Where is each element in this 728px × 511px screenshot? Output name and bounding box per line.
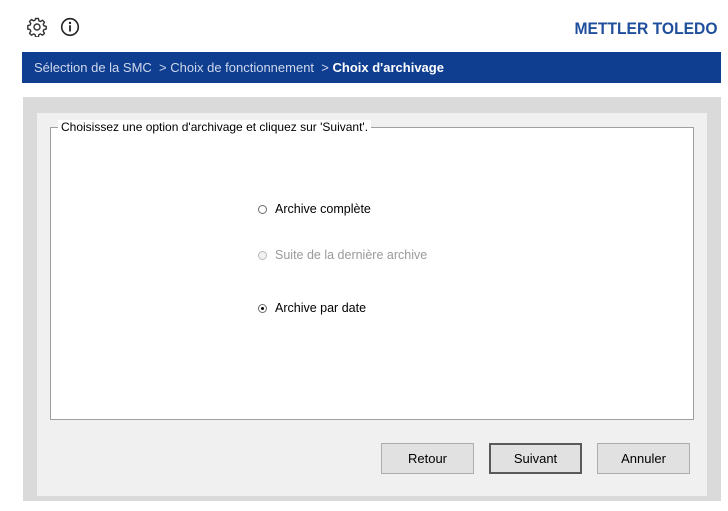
radio-suite-derniere-archive bbox=[258, 250, 267, 260]
next-button[interactable]: Suivant bbox=[489, 443, 582, 474]
radio-archive-par-date[interactable] bbox=[258, 303, 267, 313]
option-archive-complete[interactable]: Archive complète bbox=[258, 202, 371, 216]
cancel-button[interactable]: Annuler bbox=[597, 443, 690, 474]
radio-archive-complete[interactable] bbox=[258, 204, 267, 214]
gear-icon[interactable] bbox=[27, 17, 47, 38]
breadcrumb: Sélection de la SMC > Choix de fonctionn… bbox=[22, 52, 721, 83]
option-archive-par-date[interactable]: Archive par date bbox=[258, 301, 366, 315]
group-legend: Choisissez une option d'archivage et cli… bbox=[58, 120, 372, 134]
breadcrumb-separator: > bbox=[159, 60, 167, 75]
info-icon[interactable] bbox=[60, 17, 80, 37]
top-bar: METTLER TOLEDO bbox=[0, 0, 728, 52]
breadcrumb-item-fonctionnement[interactable]: Choix de fonctionnement bbox=[170, 60, 314, 75]
breadcrumb-separator: > bbox=[321, 60, 329, 75]
option-label: Archive par date bbox=[275, 301, 367, 315]
brand-logo: METTLER TOLEDO bbox=[574, 19, 718, 38]
archive-option-group bbox=[50, 127, 694, 420]
option-label: Archive complète bbox=[275, 202, 371, 216]
option-suite-derniere-archive: Suite de la dernière archive bbox=[258, 248, 427, 262]
option-label: Suite de la dernière archive bbox=[275, 248, 428, 262]
breadcrumb-item-smc[interactable]: Sélection de la SMC bbox=[34, 60, 152, 75]
back-button[interactable]: Retour bbox=[381, 443, 474, 474]
breadcrumb-current: Choix d'archivage bbox=[332, 60, 444, 75]
